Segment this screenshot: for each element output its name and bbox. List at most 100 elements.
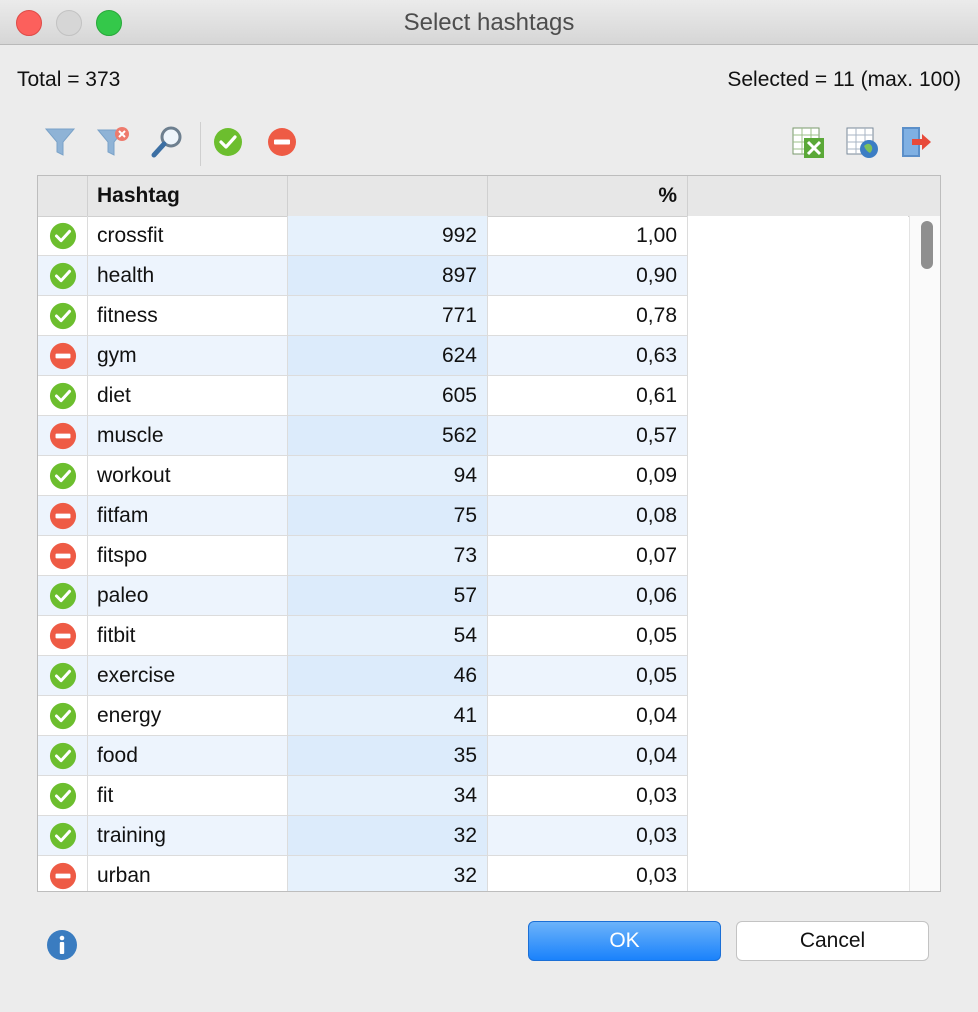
selected-check-icon[interactable] (38, 456, 88, 496)
table-row[interactable]: food 35 0,04 (38, 736, 908, 776)
excluded-minus-icon[interactable] (38, 496, 88, 536)
excluded-minus-icon[interactable] (38, 536, 88, 576)
percent-cell: 0,57 (488, 416, 688, 456)
empty-cell (688, 696, 908, 736)
selected-check-icon[interactable] (38, 736, 88, 776)
selected-check-icon[interactable] (38, 216, 88, 256)
percent-cell: 0,90 (488, 256, 688, 296)
selected-check-icon[interactable] (38, 696, 88, 736)
empty-cell (688, 536, 908, 576)
table-row[interactable]: fitspo 73 0,07 (38, 536, 908, 576)
percent-cell: 0,08 (488, 496, 688, 536)
selected-check-icon[interactable] (38, 296, 88, 336)
percent-cell: 0,03 (488, 816, 688, 856)
filter-icon[interactable] (42, 124, 78, 160)
table-row[interactable]: fit 34 0,03 (38, 776, 908, 816)
count-cell: 94 (288, 456, 488, 496)
select-all-icon[interactable] (210, 124, 246, 160)
table-row[interactable]: fitness 771 0,78 (38, 296, 908, 336)
exit-icon[interactable] (898, 124, 934, 160)
empty-cell (688, 776, 908, 816)
excluded-minus-icon[interactable] (38, 616, 88, 656)
percent-cell: 0,06 (488, 576, 688, 616)
selected-check-icon[interactable] (38, 376, 88, 416)
percent-cell: 0,03 (488, 856, 688, 891)
percent-cell: 0,04 (488, 736, 688, 776)
empty-cell (688, 376, 908, 416)
selected-check-icon[interactable] (38, 576, 88, 616)
table-row[interactable]: energy 41 0,04 (38, 696, 908, 736)
export-excel-icon[interactable] (790, 124, 826, 160)
title-bar: Select hashtags (0, 0, 978, 45)
header-count[interactable] (288, 176, 488, 216)
percent-cell: 0,78 (488, 296, 688, 336)
header-hashtag[interactable]: Hashtag (88, 176, 288, 216)
hashtag-cell: fitfam (88, 496, 288, 536)
empty-cell (688, 336, 908, 376)
count-cell: 771 (288, 296, 488, 336)
hashtag-cell: health (88, 256, 288, 296)
count-cell: 41 (288, 696, 488, 736)
table-row[interactable]: fitbit 54 0,05 (38, 616, 908, 656)
header-status[interactable] (38, 176, 88, 216)
count-cell: 32 (288, 856, 488, 891)
excluded-minus-icon[interactable] (38, 336, 88, 376)
table-row[interactable]: gym 624 0,63 (38, 336, 908, 376)
empty-cell (688, 616, 908, 656)
scrollbar-thumb[interactable] (921, 221, 933, 269)
count-cell: 624 (288, 336, 488, 376)
excluded-minus-icon[interactable] (38, 856, 88, 891)
hashtag-cell: muscle (88, 416, 288, 456)
export-html-icon[interactable] (844, 124, 880, 160)
count-cell: 34 (288, 776, 488, 816)
empty-cell (688, 496, 908, 536)
table-row[interactable]: urban 32 0,03 (38, 856, 908, 891)
table-row[interactable]: diet 605 0,61 (38, 376, 908, 416)
vertical-scrollbar[interactable] (909, 216, 940, 891)
empty-cell (688, 576, 908, 616)
selected-check-icon[interactable] (38, 776, 88, 816)
table-row[interactable]: workout 94 0,09 (38, 456, 908, 496)
empty-cell (688, 656, 908, 696)
empty-cell (688, 416, 908, 456)
table-row[interactable]: health 897 0,90 (38, 256, 908, 296)
selected-check-icon[interactable] (38, 256, 88, 296)
selected-check-icon[interactable] (38, 816, 88, 856)
percent-cell: 0,04 (488, 696, 688, 736)
search-icon[interactable] (150, 124, 186, 160)
count-cell: 57 (288, 576, 488, 616)
selected-count-label: Selected = 11 (max. 100) (727, 68, 961, 91)
empty-cell (688, 216, 908, 256)
selected-check-icon[interactable] (38, 656, 88, 696)
hashtag-cell: crossfit (88, 216, 288, 256)
deselect-all-icon[interactable] (264, 124, 300, 160)
empty-cell (688, 816, 908, 856)
header-percent[interactable]: % (488, 176, 688, 216)
hashtag-cell: workout (88, 456, 288, 496)
ok-button[interactable]: OK (528, 921, 721, 961)
hashtag-cell: urban (88, 856, 288, 891)
hashtag-cell: fit (88, 776, 288, 816)
clear-filter-icon[interactable] (96, 124, 132, 160)
excluded-minus-icon[interactable] (38, 416, 88, 456)
window-title: Select hashtags (403, 9, 575, 36)
cancel-button[interactable]: Cancel (736, 921, 929, 961)
empty-cell (688, 736, 908, 776)
count-cell: 46 (288, 656, 488, 696)
count-cell: 73 (288, 536, 488, 576)
hashtag-cell: energy (88, 696, 288, 736)
hashtag-cell: training (88, 816, 288, 856)
percent-cell: 0,03 (488, 776, 688, 816)
info-icon[interactable] (46, 929, 78, 961)
table-row[interactable]: training 32 0,03 (38, 816, 908, 856)
table-body: crossfit 992 1,00 health 897 0,90 fitness 771 0,… (38, 216, 908, 891)
table-row[interactable]: paleo 57 0,06 (38, 576, 908, 616)
hashtag-cell: fitbit (88, 616, 288, 656)
table-row[interactable]: fitfam 75 0,08 (38, 496, 908, 536)
hashtag-cell: diet (88, 376, 288, 416)
table-row[interactable]: exercise 46 0,05 (38, 656, 908, 696)
table-row[interactable]: muscle 562 0,57 (38, 416, 908, 456)
count-cell: 32 (288, 816, 488, 856)
table-row[interactable]: crossfit 992 1,00 (38, 216, 908, 256)
empty-cell (688, 256, 908, 296)
